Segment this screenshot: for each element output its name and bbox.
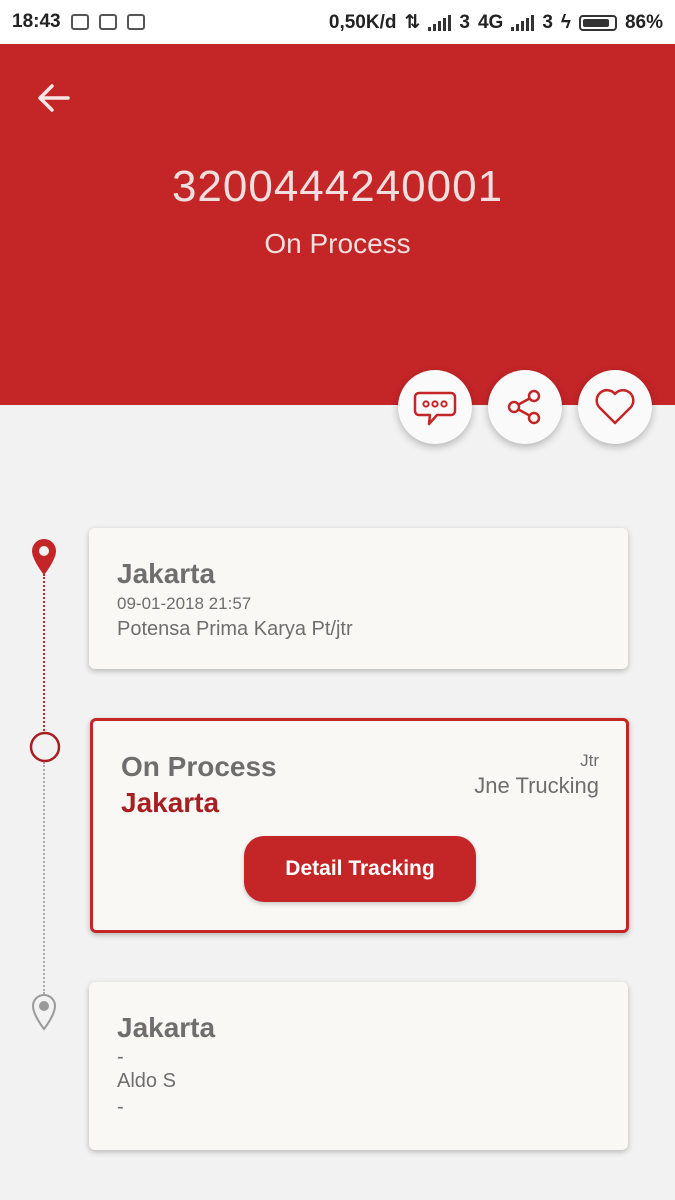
- status-bar: 18:43 0,50K/d ⇅ 3 4G 3 ϟ 86%: [0, 0, 675, 44]
- carrier-name: Jne Trucking: [474, 773, 599, 798]
- chat-bubble-icon: [413, 391, 457, 426]
- tracking-header: 3200444240001 On Process: [0, 44, 675, 405]
- carrier-code: Jtr: [580, 751, 599, 770]
- notification-icon: [70, 14, 89, 30]
- destination-card: Jakarta - Aldo S -: [89, 982, 628, 1150]
- destination-pin-icon: [31, 994, 57, 1031]
- destination-line1: -: [117, 1046, 124, 1068]
- timeline-connector: [43, 762, 45, 994]
- current-city: Jakarta: [121, 787, 220, 818]
- current-status-card: On Process Jakarta Jtr Jne Trucking Deta…: [90, 718, 629, 933]
- arrow-left-icon: [38, 84, 70, 112]
- charging-icon: ϟ: [560, 11, 571, 33]
- destination-receiver: Aldo S: [117, 1070, 176, 1092]
- shipment-status: On Process: [264, 228, 411, 259]
- location-pin-icon: [32, 539, 56, 575]
- favorite-button[interactable]: [578, 370, 652, 444]
- signal-icon: [428, 14, 452, 31]
- share-icon: [507, 389, 541, 425]
- net-speed: 0,50K/d: [328, 11, 397, 33]
- origin-city: Jakarta: [117, 558, 216, 589]
- heart-icon: [595, 388, 635, 425]
- current-step-circle-icon: [29, 731, 61, 763]
- share-button[interactable]: [488, 370, 562, 444]
- tracking-number: 3200444240001: [171, 162, 504, 211]
- detail-tracking-button[interactable]: Detail Tracking: [244, 836, 476, 902]
- current-status: On Process: [121, 751, 277, 782]
- destination-city: Jakarta: [117, 1012, 216, 1043]
- sim2-label: 3: [542, 11, 553, 33]
- timeline-connector: [43, 574, 45, 734]
- notification-icon: [98, 14, 117, 30]
- back-button[interactable]: [34, 78, 74, 118]
- notification-icon: [126, 14, 145, 30]
- origin-card: Jakarta 09-01-2018 21:57 Potensa Prima K…: [89, 528, 628, 669]
- destination-line3: -: [117, 1096, 124, 1118]
- origin-sender: Potensa Prima Karya Pt/jtr: [117, 618, 353, 640]
- signal-icon: [511, 14, 535, 31]
- network-type: 4G: [477, 11, 504, 33]
- sim1-label: 3: [459, 11, 470, 33]
- origin-datetime: 09-01-2018 21:57: [117, 594, 252, 613]
- battery-icon: [578, 14, 617, 31]
- status-time: 18:43: [12, 11, 61, 32]
- battery-percent: 86%: [624, 11, 663, 33]
- chat-button[interactable]: [398, 370, 472, 444]
- data-transfer-icon: ⇅: [404, 12, 421, 33]
